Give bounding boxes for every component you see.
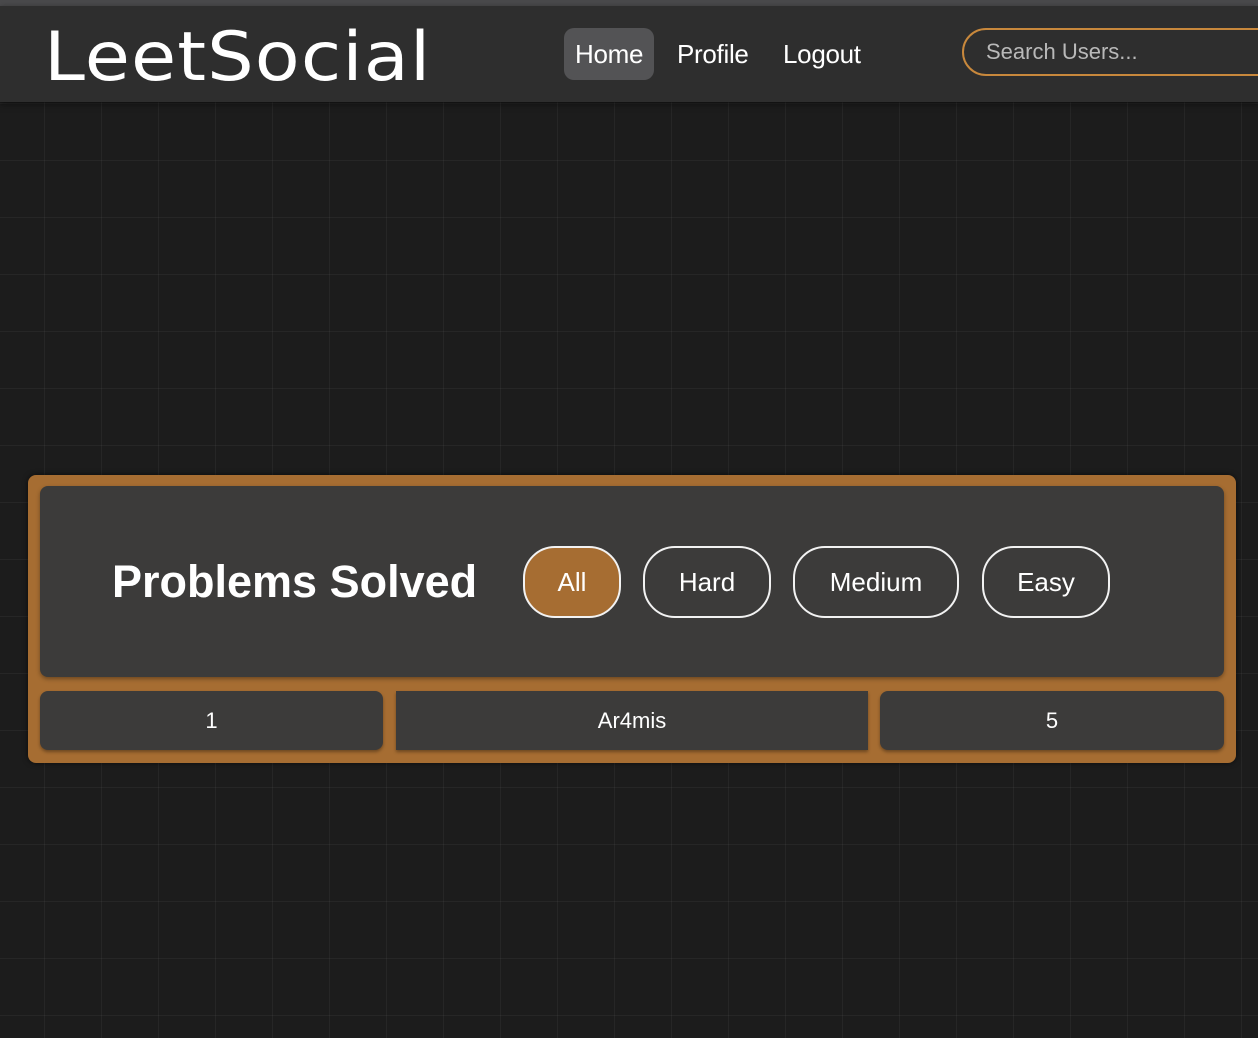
- nav-link-profile[interactable]: Profile: [666, 28, 760, 80]
- brand-logo[interactable]: LeetSocial: [44, 18, 431, 98]
- navbar: LeetSocial Home Profile Logout: [0, 6, 1258, 102]
- row-username-cell[interactable]: Ar4mis: [396, 691, 868, 750]
- filter-hard-button[interactable]: Hard: [643, 546, 771, 618]
- nav-link-home[interactable]: Home: [564, 28, 655, 80]
- nav-link-logout[interactable]: Logout: [772, 28, 872, 80]
- filter-easy-button[interactable]: Easy: [982, 546, 1110, 618]
- filter-all-button[interactable]: All: [523, 546, 621, 618]
- panel-title: Problems Solved: [112, 556, 478, 607]
- leaderboard-header: Problems Solved All Hard Medium Easy: [40, 486, 1224, 677]
- row-rank-cell: 1: [40, 691, 383, 750]
- filter-medium-button[interactable]: Medium: [793, 546, 959, 618]
- row-solved-count-cell: 5: [880, 691, 1224, 750]
- leaderboard-panel: Problems Solved All Hard Medium Easy 1 A…: [28, 475, 1236, 763]
- search-users-input[interactable]: [962, 28, 1258, 76]
